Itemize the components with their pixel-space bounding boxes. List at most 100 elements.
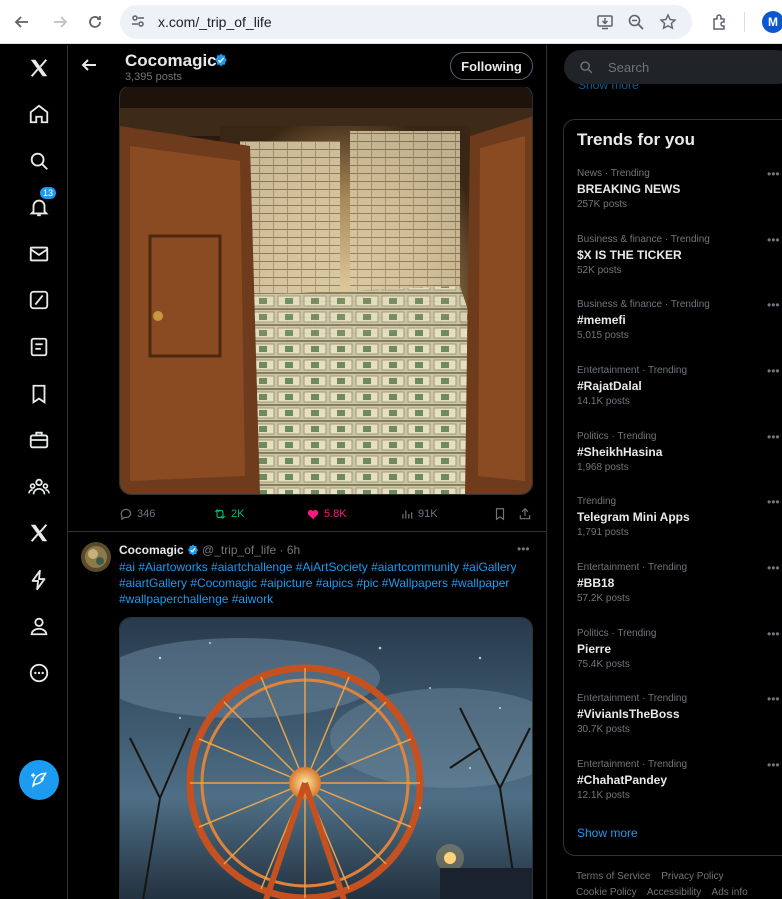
tweet-image-money-vault[interactable]	[119, 85, 533, 495]
install-app-icon[interactable]	[596, 13, 614, 31]
reply-icon	[120, 508, 132, 521]
trend-item[interactable]: Business & finance · Trending $X IS THE …	[577, 233, 782, 278]
forward-arrow-icon[interactable]	[48, 10, 72, 34]
show-more-link[interactable]: Show more	[577, 826, 638, 840]
trend-name: $X IS THE TICKER	[577, 248, 682, 262]
more-dots-icon[interactable]: •••	[767, 495, 780, 509]
views-chart-icon	[402, 510, 413, 519]
left-sidebar: 13	[0, 45, 68, 899]
trend-name: #SheikhHasina	[577, 445, 663, 459]
trend-category: Business & finance · Trending	[577, 299, 710, 310]
more-dots-icon[interactable]: •••	[767, 627, 780, 641]
more-dots-icon[interactable]: •••	[767, 233, 780, 247]
trend-item[interactable]: Politics · Trending Pierre 75.4K posts •…	[577, 627, 782, 672]
trend-posts: 5,015 posts	[577, 330, 629, 341]
author-handle-time[interactable]: @_trip_of_life · 6h	[202, 543, 300, 557]
main-timeline: Cocomagic 3,395 posts Following 346 2K 5…	[68, 45, 547, 899]
back-arrow-icon[interactable]	[80, 56, 98, 79]
bookmarks-icon[interactable]	[24, 379, 54, 409]
repost-icon	[214, 509, 226, 519]
more-dots-icon[interactable]: •••	[767, 561, 780, 575]
compose-post-button[interactable]	[19, 760, 59, 800]
bookmark-button[interactable]	[493, 505, 507, 523]
trend-posts: 30.7K posts	[577, 724, 630, 735]
trend-category: Entertainment · Trending	[577, 693, 688, 704]
bookmark-icon	[495, 508, 505, 521]
explore-search-icon[interactable]	[24, 146, 54, 176]
messages-icon[interactable]	[24, 239, 54, 269]
footer-link[interactable]: Terms of Service	[576, 871, 650, 882]
more-dots-icon[interactable]: •••	[767, 364, 780, 378]
profile-avatar[interactable]: M	[762, 11, 782, 33]
reply-button[interactable]: 346	[119, 505, 155, 523]
jobs-icon[interactable]	[24, 425, 54, 455]
grok-icon[interactable]	[24, 285, 54, 315]
author-name[interactable]: Cocomagic	[119, 543, 184, 557]
trend-item[interactable]: Entertainment · Trending #RajatDalal 14.…	[577, 364, 782, 409]
trend-item[interactable]: News · Trending BREAKING NEWS 257K posts…	[577, 167, 782, 212]
trend-name: Telegram Mini Apps	[577, 510, 690, 524]
more-dots-icon[interactable]: •••	[767, 167, 780, 181]
premium-x-icon[interactable]	[24, 518, 54, 548]
trend-item[interactable]: Entertainment · Trending #VivianIsTheBos…	[577, 692, 782, 737]
trend-name: #ChahatPandey	[577, 773, 668, 787]
more-dots-icon[interactable]: •••	[767, 758, 780, 772]
trend-category: Entertainment · Trending	[577, 759, 688, 770]
trend-name: BREAKING NEWS	[577, 182, 681, 196]
verified-orgs-icon[interactable]	[24, 565, 54, 595]
home-icon[interactable]	[24, 99, 54, 129]
tweet-hashtags[interactable]: #ai #Aiartoworks #aiartchallenge #AiArtS…	[119, 559, 539, 607]
footer-link[interactable]: Privacy Policy	[661, 871, 723, 882]
like-button[interactable]: 5.8K	[306, 505, 347, 523]
trend-category: Business & finance · Trending	[577, 234, 710, 245]
views-button[interactable]: 91K	[400, 505, 438, 523]
repost-button[interactable]: 2K	[213, 505, 244, 523]
more-dots-icon[interactable]: •••	[767, 692, 780, 706]
x-logo-icon[interactable]	[24, 53, 54, 83]
trend-posts: 14.1K posts	[577, 396, 630, 407]
trend-item[interactable]: Trending Telegram Mini Apps 1,791 posts …	[577, 495, 782, 540]
url-text[interactable]: x.com/_trip_of_life	[158, 14, 272, 30]
trend-category: News · Trending	[577, 168, 650, 179]
following-button[interactable]: Following	[450, 52, 533, 80]
tweet-divider	[68, 531, 546, 532]
share-button[interactable]	[518, 505, 532, 523]
avatar[interactable]	[81, 542, 111, 572]
trend-item[interactable]: Business & finance · Trending #memefi 5,…	[577, 298, 782, 343]
heart-icon	[307, 509, 319, 520]
trend-category: Trending	[577, 496, 617, 507]
search-input[interactable]: Search	[564, 50, 782, 84]
trend-posts: 257K posts	[577, 199, 628, 210]
trend-item[interactable]: Entertainment · Trending #BB18 57.2K pos…	[577, 561, 782, 606]
notifications-icon[interactable]: 13	[24, 186, 57, 222]
address-bar[interactable]: x.com/_trip_of_life	[120, 5, 692, 39]
more-dots-icon[interactable]: •••	[767, 298, 780, 312]
back-arrow-icon[interactable]	[10, 10, 34, 34]
lists-icon[interactable]	[24, 332, 54, 362]
profile-icon[interactable]	[24, 611, 54, 641]
more-dots-icon[interactable]: •••	[767, 430, 780, 444]
more-options-icon[interactable]	[24, 658, 54, 688]
trend-item[interactable]: Entertainment · Trending #ChahatPandey 1…	[577, 758, 782, 803]
trend-posts: 52K posts	[577, 265, 622, 276]
tweet-image-ferris-wheel[interactable]	[119, 617, 533, 899]
trend-name: #BB18	[577, 576, 615, 590]
reload-icon[interactable]	[83, 10, 107, 34]
like-count: 5.8K	[324, 508, 347, 520]
more-dots-icon[interactable]: •••	[517, 542, 530, 556]
trend-posts: 57.2K posts	[577, 593, 630, 604]
footer-link[interactable]: Accessibility	[647, 887, 701, 898]
trend-item[interactable]: Politics · Trending #SheikhHasina 1,968 …	[577, 430, 782, 475]
bookmark-star-icon[interactable]	[659, 13, 677, 31]
trend-name: #VivianIsTheBoss	[577, 707, 680, 721]
zoom-icon[interactable]	[627, 13, 645, 31]
footer-link[interactable]: Ads info	[712, 887, 748, 898]
search-icon	[579, 60, 593, 79]
communities-icon[interactable]	[24, 472, 54, 502]
repost-count: 2K	[231, 508, 245, 520]
footer-link[interactable]: Cookie Policy	[576, 887, 637, 898]
trend-posts: 12.1K posts	[577, 790, 630, 801]
right-sidebar: Show more Search Trends for you News · T…	[548, 45, 782, 899]
site-settings-icon[interactable]	[130, 13, 146, 34]
extensions-icon[interactable]	[708, 10, 732, 34]
